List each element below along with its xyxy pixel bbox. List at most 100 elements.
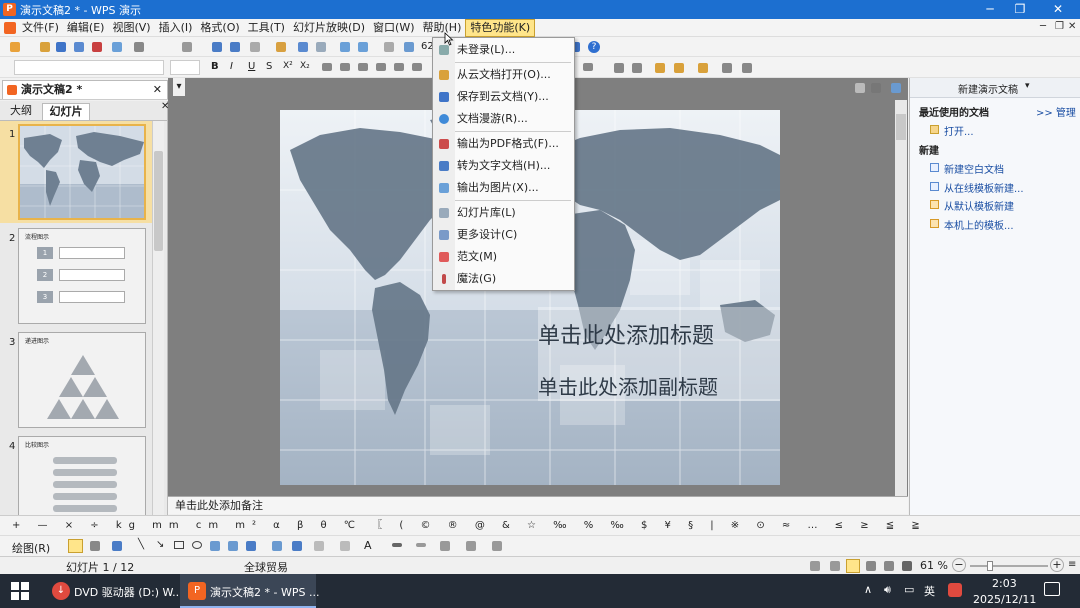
menu-item-templates[interactable]: 范文(M) [433, 247, 574, 267]
show-grid-icon[interactable] [742, 63, 752, 73]
tab-slides[interactable]: 幻灯片 [42, 103, 90, 120]
slide-thumbnail-row[interactable]: 1 [0, 121, 152, 223]
menu-insert[interactable]: 插入(I) [155, 20, 197, 36]
menu-item-export-pdf[interactable]: 输出为PDF格式(F)... [433, 134, 574, 154]
copy-icon[interactable] [212, 42, 222, 52]
ime-indicator[interactable]: 英 [924, 583, 935, 599]
task-pane-title[interactable]: 新建演示文稿 [958, 81, 1018, 96]
default-template-link[interactable]: 从默认模板新建 [930, 198, 1014, 213]
italic-icon[interactable]: I [230, 61, 233, 72]
menu-item-export-image[interactable]: 输出为图片(X)... [433, 178, 574, 198]
shadow-icon[interactable]: S [266, 61, 272, 72]
dropdown-arrow-icon[interactable]: ▾ [1025, 81, 1030, 91]
menu-window[interactable]: 窗口(W) [369, 20, 418, 36]
taskbar-item-wps[interactable]: P 演示文稿2 * - WPS ... [180, 574, 319, 608]
fill-color-icon[interactable] [314, 541, 324, 551]
volume-icon[interactable]: 🔊︎ [884, 583, 891, 597]
zoom-slider[interactable] [970, 561, 1048, 571]
align-left-icon[interactable] [322, 63, 332, 71]
dropdown-arrow-icon[interactable]: ▾ [173, 78, 185, 96]
thumbnail-scrollbar[interactable] [152, 121, 164, 515]
menu-item-save-cloud[interactable]: 保存到云文档(Y)... [433, 87, 574, 107]
align-center-icon[interactable] [340, 63, 350, 71]
doc-restore-icon[interactable]: ❐ [1055, 21, 1064, 32]
doc-minimize-icon[interactable]: ─ [1040, 21, 1046, 32]
menu-slideshow[interactable]: 幻灯片放映(D) [289, 20, 369, 36]
design-icon[interactable] [655, 63, 665, 73]
menu-item-roaming[interactable]: 文档漫游(R)... [433, 109, 574, 129]
menu-item-more-design[interactable]: 更多设计(C) [433, 225, 574, 245]
windows-start-icon[interactable] [11, 582, 29, 600]
format-painter-icon[interactable] [250, 42, 260, 52]
paste-icon[interactable] [230, 42, 240, 52]
3d-style-icon[interactable] [492, 541, 502, 551]
manage-link[interactable]: >> 管理 [1036, 104, 1076, 119]
table-grid-icon[interactable] [722, 63, 732, 73]
insert-image-icon[interactable] [292, 541, 302, 551]
ellipse-icon[interactable] [192, 541, 202, 549]
notification-icon[interactable] [1044, 582, 1060, 596]
superscript-icon[interactable]: X² [283, 61, 293, 71]
menu-item-slide-library[interactable]: 幻灯片库(L) [433, 203, 574, 223]
scrollbar-thumb[interactable] [154, 151, 163, 251]
underline-icon[interactable]: U [248, 61, 255, 72]
table-icon[interactable] [340, 42, 350, 52]
notes-pane[interactable]: 单击此处添加备注 [168, 496, 908, 514]
line-style-icon[interactable] [392, 543, 402, 547]
view-normal-icon[interactable] [855, 83, 865, 93]
help-icon[interactable]: ? [588, 41, 600, 53]
slide-scrollbar[interactable] [895, 100, 907, 496]
animation-icon[interactable] [674, 63, 684, 73]
indent-icon[interactable] [632, 63, 642, 73]
save-icon[interactable] [56, 42, 66, 52]
wordart-icon[interactable] [246, 541, 256, 551]
view-outline-icon[interactable] [871, 83, 881, 93]
slide-thumbnail-row[interactable]: 4 比较图示 [0, 433, 152, 515]
view-panel-icon[interactable] [891, 83, 901, 93]
slide-thumbnail-row[interactable]: 2 流程图示 1 2 3 [0, 225, 152, 329]
zoom-out-icon[interactable]: − [952, 558, 966, 572]
menu-item-login[interactable]: 未登录(L)... [433, 40, 574, 60]
new-blank-link[interactable]: 新建空白文档 [930, 161, 1004, 176]
arrow-icon[interactable]: ↘ [156, 539, 164, 550]
online-template-link[interactable]: 从在线模板新建... [930, 180, 1024, 195]
clock-time[interactable]: 2:03 [992, 577, 1017, 590]
zoom-slider-thumb[interactable] [987, 561, 993, 571]
layout-icon[interactable] [698, 63, 708, 73]
taskbar-item-dvd[interactable]: ↓ DVD 驱动器 (D:) W... [44, 574, 183, 608]
font-name-box[interactable] [14, 60, 164, 75]
autoshape-icon[interactable] [112, 541, 122, 551]
dash-style-icon[interactable] [416, 543, 426, 547]
draw-menu[interactable]: 绘图(R) [12, 540, 50, 556]
distribute-icon[interactable] [394, 63, 404, 71]
rotate-icon[interactable] [90, 541, 100, 551]
cut-icon[interactable] [182, 42, 192, 52]
app-tray-icon[interactable] [948, 583, 962, 597]
zoom-in-icon[interactable]: + [1050, 558, 1064, 572]
tab-outline[interactable]: 大纲 [2, 103, 40, 120]
doc-tab[interactable]: 演示文稿2 * ✕ [2, 80, 168, 99]
clock-date[interactable]: 2025/12/11 [973, 593, 1036, 606]
restore-icon[interactable]: ❐ [1002, 0, 1038, 19]
doc-close-icon[interactable]: ✕ [1068, 21, 1076, 32]
print-preview-icon[interactable] [112, 42, 122, 52]
slide-thumbnail[interactable]: 比较图示 [18, 436, 146, 515]
slide-thumbnail-row[interactable]: 3 递进图示 [0, 329, 152, 433]
normal-view-icon[interactable] [846, 559, 860, 573]
undo-icon[interactable] [298, 42, 308, 52]
menu-format[interactable]: 格式(O) [196, 20, 243, 36]
menu-tools[interactable]: 工具(T) [244, 20, 289, 36]
brush-icon[interactable] [276, 42, 286, 52]
arrow-style-icon[interactable] [440, 541, 450, 551]
select-arrow-icon[interactable] [68, 539, 83, 553]
open-link[interactable]: 打开... [930, 123, 974, 138]
filter-icon[interactable] [830, 561, 840, 571]
grid-icon[interactable] [404, 42, 414, 52]
font-size-box[interactable] [170, 60, 200, 75]
menu-item-to-text[interactable]: 转为文字文档(H)... [433, 156, 574, 176]
settings-icon[interactable]: ≡ [1068, 559, 1076, 570]
menu-view[interactable]: 视图(V) [108, 20, 154, 36]
scrollbar-thumb[interactable] [896, 114, 906, 140]
line-icon[interactable]: ╲ [138, 539, 144, 550]
menu-edit[interactable]: 编辑(E) [63, 20, 109, 36]
